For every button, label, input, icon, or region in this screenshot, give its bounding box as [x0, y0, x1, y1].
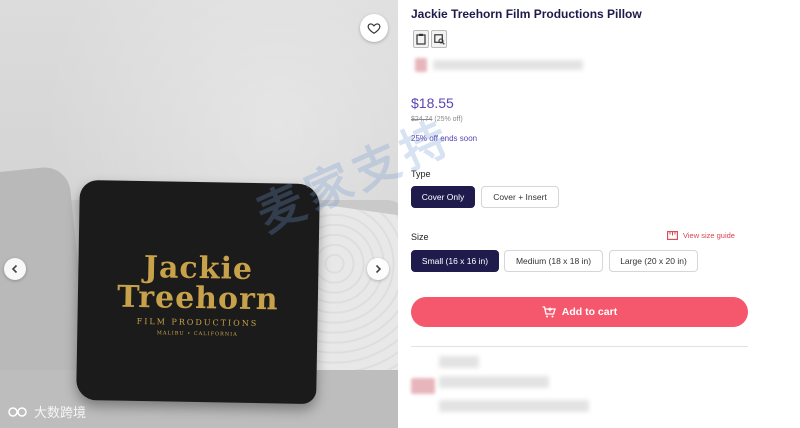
- favorite-button[interactable]: [360, 14, 388, 42]
- section-divider: [411, 346, 748, 347]
- ruler-icon: [667, 231, 678, 240]
- product-title: Jackie Treehorn Film Productions Pillow: [411, 7, 642, 21]
- watermark-logo-icon: [8, 406, 27, 417]
- mini-toolbar: [413, 30, 447, 48]
- pillow-print: Jackie Treehorn FILM PRODUCTIONS MALIBU …: [77, 250, 318, 339]
- bottom-watermark-text: 大数跨境: [34, 405, 87, 420]
- blurred-seller-line1: [439, 356, 479, 368]
- chevron-left-icon: [11, 264, 18, 274]
- next-image-button[interactable]: [367, 258, 389, 280]
- pillow-print-line2: Treehorn: [116, 279, 279, 318]
- size-option-medium[interactable]: Medium (18 x 18 in): [504, 250, 603, 272]
- product-info-panel: Jackie Treehorn Film Productions Pillow …: [411, 0, 751, 428]
- size-label: Size: [411, 232, 429, 242]
- type-option-cover-only[interactable]: Cover Only: [411, 186, 475, 208]
- bottom-watermark: 大数跨境: [8, 402, 86, 421]
- chevron-right-icon: [375, 264, 382, 274]
- blurred-seller-line3: [439, 400, 589, 412]
- size-option-small[interactable]: Small (16 x 16 in): [411, 250, 499, 272]
- clipboard-icon: [416, 33, 426, 45]
- blurred-seller-mark: [411, 378, 435, 394]
- size-guide-label: View size guide: [683, 231, 735, 240]
- add-to-cart-label: Add to cart: [561, 306, 618, 318]
- blurred-rating-mark: [415, 58, 427, 72]
- pillow-print-line4: MALIBU • CALIFORNIA: [156, 330, 238, 338]
- cart-plus-icon: [542, 306, 556, 318]
- blurred-seller-line2: [439, 376, 549, 388]
- add-to-cart-button[interactable]: Add to cart: [411, 297, 748, 327]
- size-guide-link[interactable]: View size guide: [667, 231, 735, 240]
- previous-image-button[interactable]: [4, 258, 26, 280]
- image-search-icon: [433, 33, 445, 45]
- size-option-large[interactable]: Large (20 x 20 in): [609, 250, 698, 272]
- type-option-cover-insert[interactable]: Cover + Insert: [481, 186, 559, 208]
- clipboard-button[interactable]: [413, 30, 429, 48]
- pillow-print-line3: FILM PRODUCTIONS: [136, 316, 259, 329]
- blurred-rating-text: [433, 60, 583, 70]
- image-search-button[interactable]: [431, 30, 447, 48]
- heart-icon: [367, 23, 381, 34]
